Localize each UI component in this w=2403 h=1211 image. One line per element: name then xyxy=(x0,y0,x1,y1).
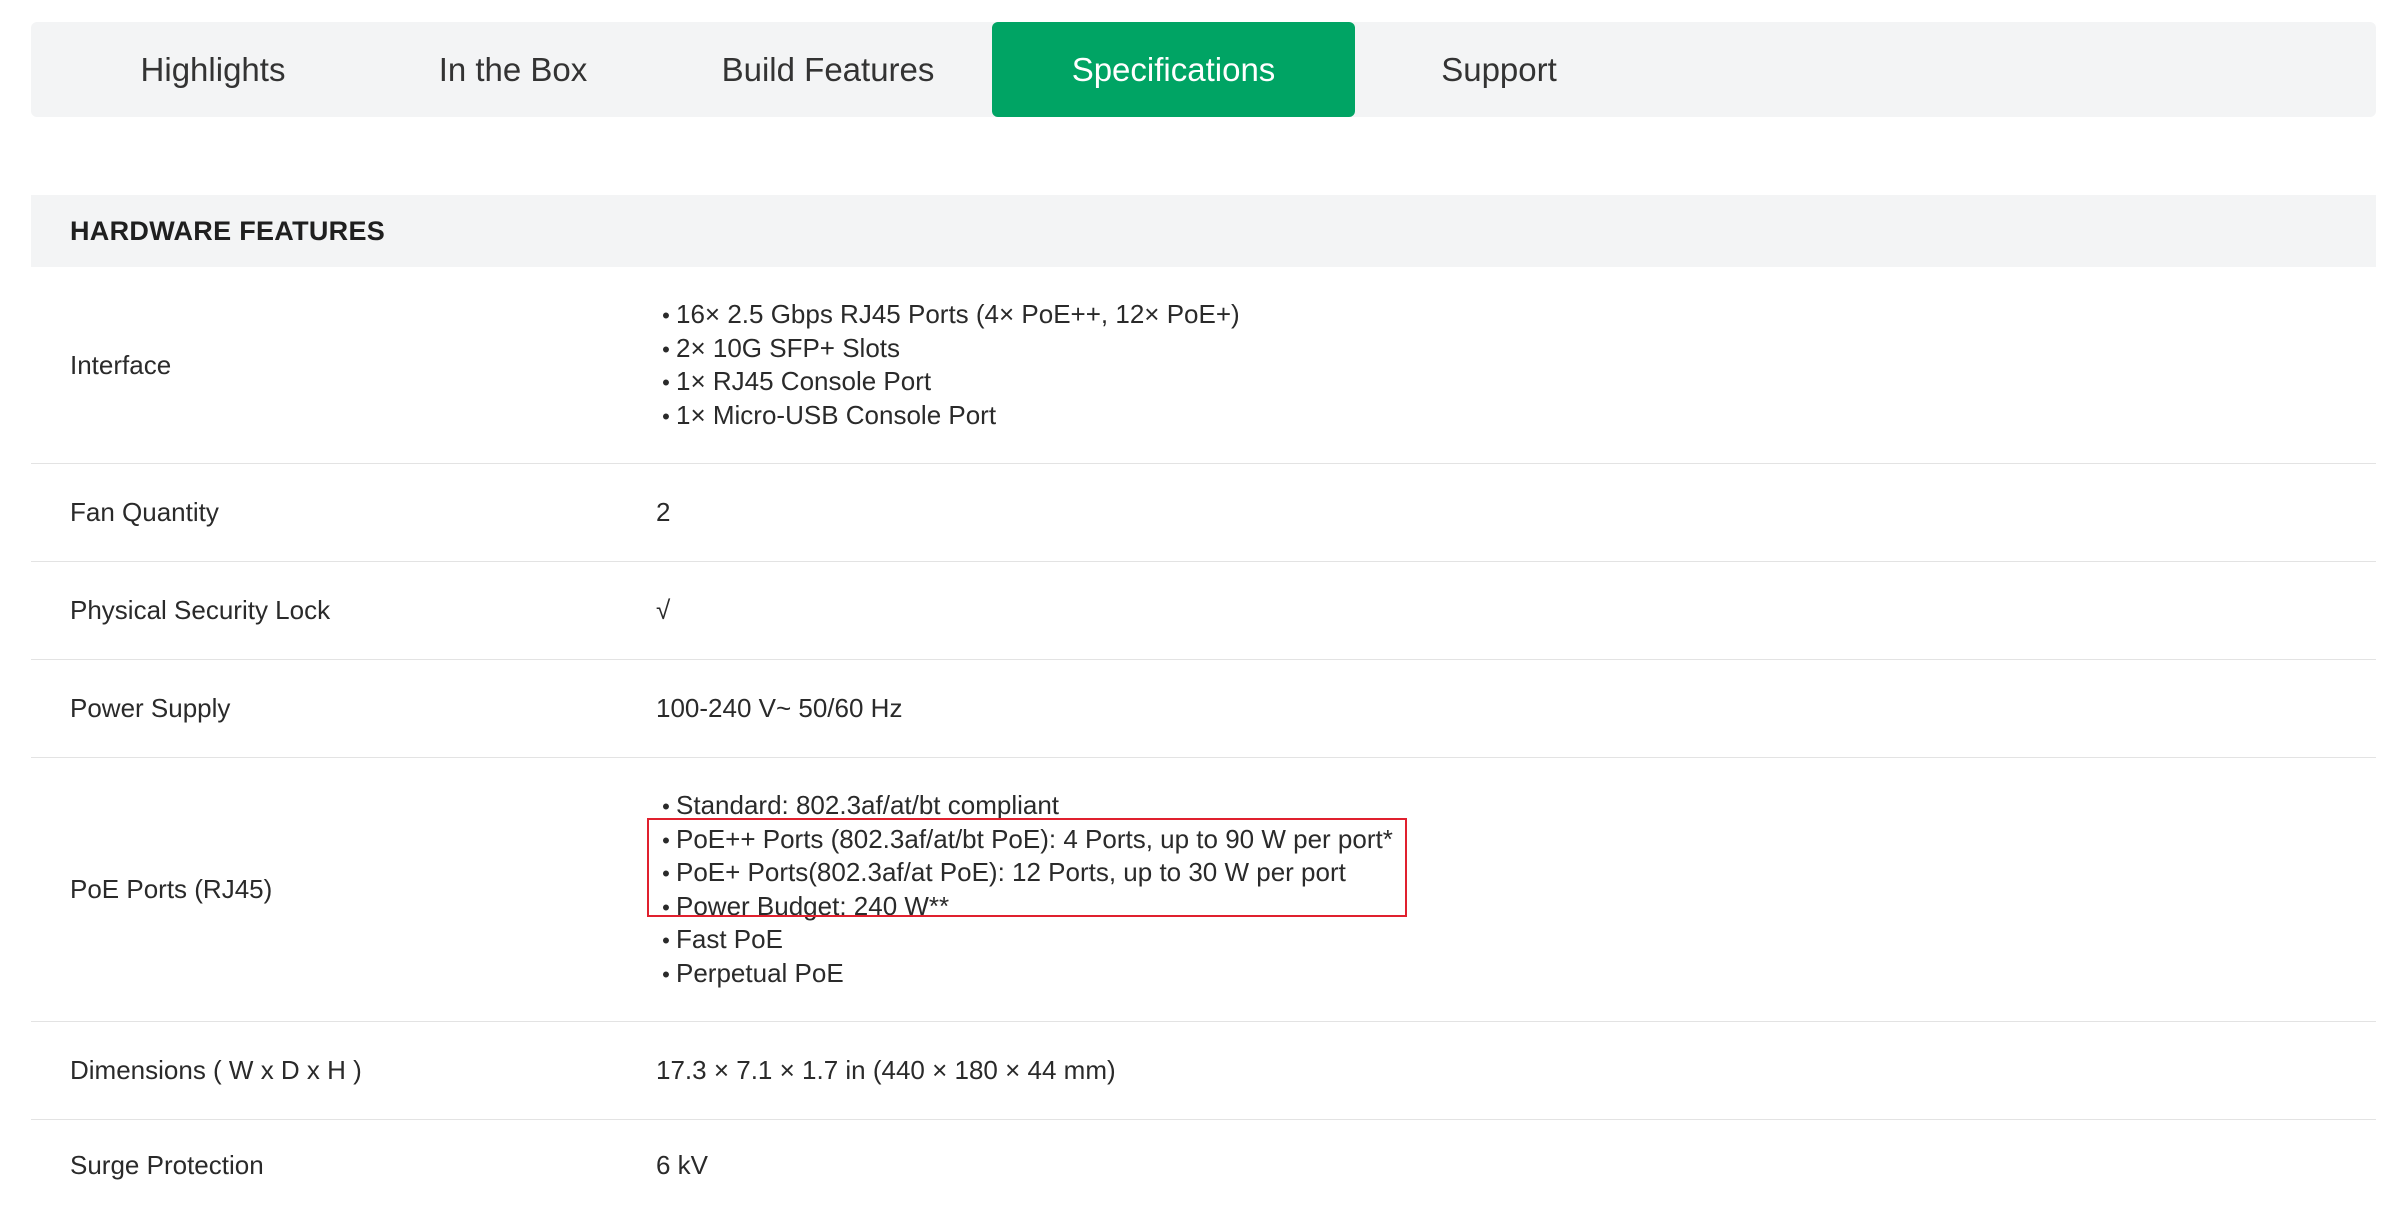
spec-value: 6 kV xyxy=(656,1150,709,1180)
spec-value: • 16× 2.5 Gbps RJ45 Ports (4× PoE++, 12× … xyxy=(656,267,1240,463)
list-item: • Perpetual PoE xyxy=(656,957,1393,991)
bullet-icon: • xyxy=(662,961,670,987)
list-item: • PoE++ Ports (802.3af/at/bt PoE): 4 Port… xyxy=(656,823,1393,857)
spec-value: 17.3 × 7.1 × 1.7 in (440 × 180 × 44 mm) xyxy=(656,1055,1116,1085)
list-item: • 16× 2.5 Gbps RJ45 Ports (4× PoE++, 12× … xyxy=(656,298,1240,332)
tab-bar: Highlights In the Box Build Features Spe… xyxy=(31,22,2376,117)
tab-build-features[interactable]: Build Features xyxy=(683,22,973,117)
spec-row-surge-protection: Surge Protection 6 kV xyxy=(31,1120,2376,1211)
spec-label: Physical Security Lock xyxy=(70,595,331,625)
spec-label: PoE Ports (RJ45) xyxy=(70,874,273,904)
tab-in-the-box[interactable]: In the Box xyxy=(383,22,643,117)
list-item: • 1× RJ45 Console Port xyxy=(656,365,1240,399)
bullet-icon: • xyxy=(662,827,670,853)
bullet-icon: • xyxy=(662,894,670,920)
spec-row-power-supply: Power Supply 100-240 V~ 50/60 Hz xyxy=(31,660,2376,758)
spec-row-interface: Interface • 16× 2.5 Gbps RJ45 Ports (4× P… xyxy=(31,267,2376,464)
list-item: • PoE+ Ports(802.3af/at PoE): 12 Ports, u… xyxy=(656,856,1393,890)
spec-row-fan-quantity: Fan Quantity 2 xyxy=(31,464,2376,562)
bullet-icon: • xyxy=(662,336,670,362)
list-item: • Fast PoE xyxy=(656,923,1393,957)
spec-label: Fan Quantity xyxy=(70,497,219,527)
list-item: • Standard: 802.3af/at/bt compliant xyxy=(656,789,1393,823)
bullet-icon: • xyxy=(662,403,670,429)
list-item: • 1× Micro-USB Console Port xyxy=(656,399,1240,433)
list-item: • Power Budget: 240 W** xyxy=(656,890,1393,924)
spec-label: Dimensions ( W x D x H ) xyxy=(70,1055,362,1085)
spec-label: Power Supply xyxy=(70,693,231,723)
spec-list: • Standard: 802.3af/at/bt compliant • PoE+… xyxy=(656,789,1393,990)
spec-row-dimensions: Dimensions ( W x D x H ) 17.3 × 7.1 × 1.… xyxy=(31,1022,2376,1120)
list-item: • 2× 10G SFP+ Slots xyxy=(656,332,1240,366)
spec-value: 100-240 V~ 50/60 Hz xyxy=(656,693,903,723)
check-icon: √ xyxy=(656,595,671,625)
tab-support[interactable]: Support xyxy=(1379,22,1619,117)
section-header: HARDWARE FEATURES xyxy=(31,195,2376,267)
spec-label: Interface xyxy=(70,349,172,380)
bullet-icon: • xyxy=(662,370,670,395)
spec-value: 2 xyxy=(656,497,671,527)
tab-specifications[interactable]: Specifications xyxy=(992,22,1355,117)
spec-row-security-lock: Physical Security Lock √ xyxy=(31,562,2376,660)
spec-row-poe-ports: PoE Ports (RJ45) • Standard: 802.3af/at/b… xyxy=(31,758,2376,1022)
section-title: HARDWARE FEATURES xyxy=(70,216,386,246)
bullet-icon: • xyxy=(662,794,670,819)
bullet-icon: • xyxy=(662,928,670,953)
tab-highlights[interactable]: Highlights xyxy=(83,22,343,117)
spec-value: • Standard: 802.3af/at/bt compliant • PoE+… xyxy=(656,758,1393,1021)
spec-list: • 16× 2.5 Gbps RJ45 Ports (4× PoE++, 12× … xyxy=(656,298,1240,432)
bullet-icon: • xyxy=(662,861,670,886)
spec-label: Surge Protection xyxy=(70,1150,264,1180)
bullet-icon: • xyxy=(662,303,670,328)
